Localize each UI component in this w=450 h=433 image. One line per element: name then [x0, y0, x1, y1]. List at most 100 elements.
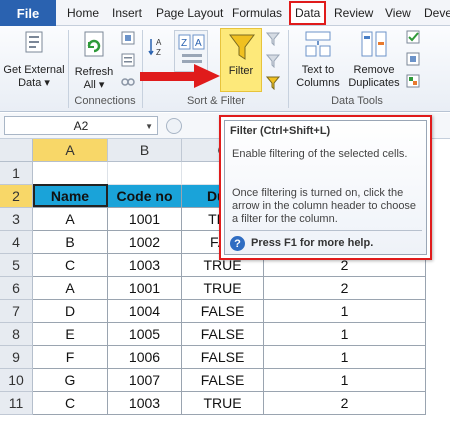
funnel-icon	[229, 34, 255, 60]
name-box[interactable]: A2 ▼	[4, 116, 158, 135]
table-cell[interactable]: B	[33, 231, 108, 254]
table-cell[interactable]: 2	[264, 277, 426, 300]
tab-home[interactable]: Home	[67, 0, 99, 26]
tooltip-title: Filter (Ctrl+Shift+L)	[230, 125, 331, 137]
table-cell[interactable]: 1	[264, 369, 426, 392]
table-cell[interactable]: TRUE	[182, 277, 264, 300]
remove-duplicates-button[interactable]: Remove Duplicates	[346, 28, 402, 92]
properties-icon[interactable]	[120, 52, 136, 68]
row-header[interactable]: 8	[0, 323, 33, 346]
table-cell[interactable]: 1002	[108, 231, 182, 254]
reapply-icon[interactable]	[266, 54, 282, 68]
filter-button[interactable]: Filter	[220, 28, 262, 92]
advanced-filter-icon[interactable]	[266, 76, 282, 90]
refresh-icon	[84, 31, 104, 57]
sort-filter-group-label: Sort & Filter	[186, 95, 246, 107]
get-external-data-label: Get External Data ▾	[3, 64, 65, 89]
table-cell[interactable]: 1001	[108, 208, 182, 231]
menu-bar: File Home Insert Page Layout Formulas Da…	[0, 0, 450, 26]
refresh-all-button[interactable]: Refresh All ▾	[72, 28, 116, 92]
get-external-data-button[interactable]: Get External Data ▾	[2, 28, 66, 92]
table-cell[interactable]: A	[33, 277, 108, 300]
tab-data[interactable]: Data	[289, 1, 327, 25]
tab-view[interactable]: View	[385, 0, 411, 26]
row-header[interactable]: 10	[0, 369, 33, 392]
edit-links-icon[interactable]	[120, 74, 136, 90]
tab-file[interactable]: File	[0, 0, 56, 26]
table-cell[interactable]: C	[33, 254, 108, 277]
table-cell[interactable]: C	[33, 392, 108, 415]
filter-label: Filter	[228, 65, 254, 77]
name-box-value: A2	[73, 118, 89, 133]
table-cell[interactable]: FALSE	[182, 346, 264, 369]
table-cell[interactable]: 1003	[108, 392, 182, 415]
row-header[interactable]: 11	[0, 392, 33, 415]
tooltip-instructions: Once filtering is turned on, click the a…	[232, 187, 417, 225]
row-header[interactable]: 4	[0, 231, 33, 254]
column-header-b[interactable]: B	[108, 139, 182, 162]
select-all-corner[interactable]	[0, 139, 33, 162]
database-icon	[25, 31, 43, 53]
table-cell[interactable]: 1	[264, 323, 426, 346]
table-cell[interactable]: 1006	[108, 346, 182, 369]
sort-az-icon[interactable]: A Z	[148, 36, 170, 58]
table-header-cell[interactable]: Code no	[108, 185, 182, 208]
row-header[interactable]: 5	[0, 254, 33, 277]
table-cell[interactable]	[33, 162, 108, 185]
table-cell[interactable]: 1005	[108, 323, 182, 346]
consolidate-icon[interactable]	[406, 52, 424, 68]
table-cell[interactable]: 1	[264, 300, 426, 323]
tab-page-layout[interactable]: Page Layout	[156, 0, 223, 26]
table-cell[interactable]: FALSE	[182, 300, 264, 323]
text-to-columns-icon	[305, 31, 331, 57]
sort-dialog-icon: Z A	[178, 34, 205, 63]
refresh-all-label: Refresh All ▾	[74, 66, 114, 91]
row-header[interactable]: 3	[0, 208, 33, 231]
formula-bar-splitter[interactable]	[166, 118, 182, 134]
chevron-down-icon[interactable]: ▼	[145, 122, 153, 131]
text-to-columns-button[interactable]: Text to Columns	[292, 28, 344, 92]
tab-review[interactable]: Review	[334, 0, 373, 26]
table-cell[interactable]	[108, 162, 182, 185]
row-header[interactable]: 6	[0, 277, 33, 300]
table-cell[interactable]: TRUE	[182, 392, 264, 415]
ribbon-separator	[68, 30, 69, 108]
table-cell[interactable]: 2	[264, 392, 426, 415]
tooltip-divider	[230, 230, 422, 231]
remove-duplicates-label: Remove Duplicates	[348, 64, 400, 89]
table-cell[interactable]: E	[33, 323, 108, 346]
tooltip-help: Press F1 for more help.	[251, 237, 374, 249]
tab-formulas[interactable]: Formulas	[232, 0, 282, 26]
svg-text:A: A	[156, 38, 162, 47]
tab-insert[interactable]: Insert	[112, 0, 142, 26]
table-cell[interactable]: 1004	[108, 300, 182, 323]
table-cell[interactable]: FALSE	[182, 323, 264, 346]
table-cell[interactable]: F	[33, 346, 108, 369]
filter-tooltip: Filter (Ctrl+Shift+L) Enable filtering o…	[219, 115, 432, 260]
tab-developer[interactable]: Deve	[424, 0, 450, 26]
tooltip-description: Enable filtering of the selected cells.	[232, 148, 408, 160]
ribbon: Get External Data ▾ Refresh All ▾ Connec…	[0, 26, 450, 112]
clear-filter-icon[interactable]	[266, 32, 282, 46]
table-cell[interactable]: 1001	[108, 277, 182, 300]
svg-text:A: A	[195, 38, 202, 49]
connections-icon[interactable]	[120, 30, 136, 46]
row-header[interactable]: 2	[0, 185, 33, 208]
row-header[interactable]: 9	[0, 346, 33, 369]
table-cell[interactable]: D	[33, 300, 108, 323]
table-cell[interactable]: FALSE	[182, 369, 264, 392]
table-cell[interactable]: 1007	[108, 369, 182, 392]
connections-group-label: Connections	[74, 95, 136, 107]
table-cell[interactable]: G	[33, 369, 108, 392]
what-if-icon[interactable]	[406, 74, 424, 90]
svg-text:Z: Z	[156, 48, 161, 57]
row-header[interactable]: 7	[0, 300, 33, 323]
row-header[interactable]: 1	[0, 162, 33, 185]
table-cell[interactable]: 1	[264, 346, 426, 369]
data-validation-icon[interactable]	[406, 30, 424, 46]
table-cell[interactable]: A	[33, 208, 108, 231]
table-cell[interactable]: 1003	[108, 254, 182, 277]
remove-duplicates-icon	[361, 31, 387, 57]
column-header-a[interactable]: A	[33, 139, 108, 162]
table-header-cell[interactable]: Name	[33, 185, 108, 208]
